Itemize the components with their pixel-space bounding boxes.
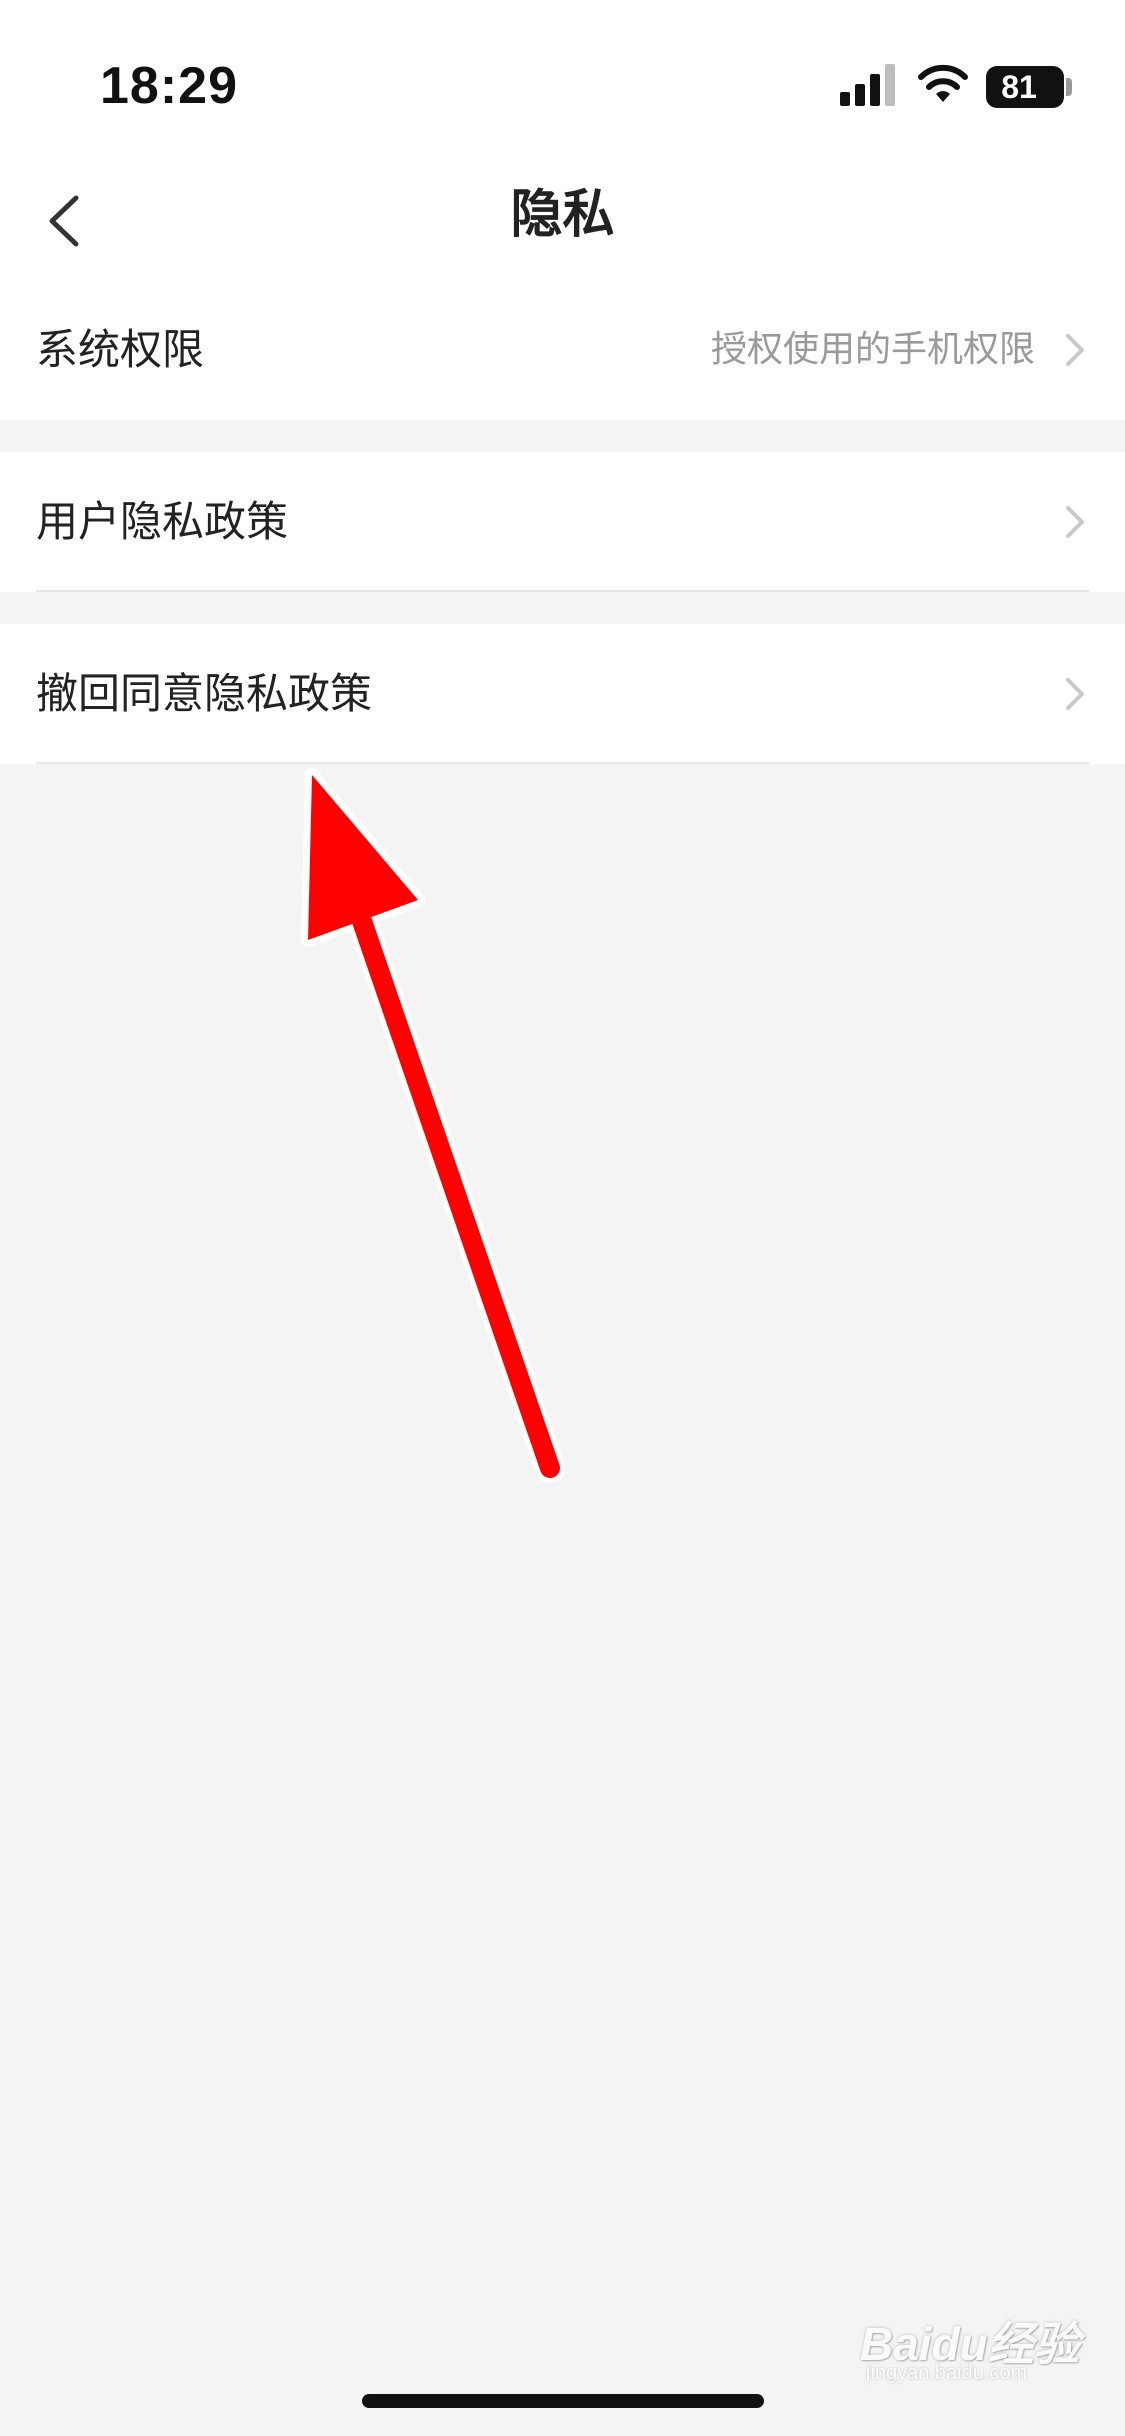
- list-item-user-privacy-policy[interactable]: 用户隐私政策: [0, 452, 1125, 592]
- watermark-url: jingyan.baidu.com: [866, 2362, 1028, 2384]
- chevron-right-icon: [1066, 678, 1084, 710]
- list-item-label: 撤回同意隐私政策: [36, 669, 373, 718]
- chevron-right-icon: [1066, 506, 1084, 538]
- list-item-label: 系统权限: [36, 325, 205, 374]
- watermark: Baidu经验 jingyan.baidu.com: [860, 2300, 1090, 2390]
- navigation-bar: 隐私: [0, 150, 1125, 280]
- list-item-detail: 授权使用的手机权限: [710, 329, 1035, 370]
- home-indicator[interactable]: [362, 2394, 764, 2408]
- wifi-icon: [918, 64, 968, 102]
- cellular-signal-icon: [840, 64, 895, 106]
- back-button[interactable]: [30, 186, 100, 256]
- list-item-label: 用户隐私政策: [36, 497, 289, 546]
- annotation-arrow: [301, 768, 565, 1483]
- chevron-right-icon: [1066, 334, 1084, 366]
- chevron-left-icon: [49, 195, 79, 247]
- page-title: 隐私: [510, 185, 615, 245]
- battery-cap: [1066, 78, 1072, 96]
- list-item-withdraw-privacy-consent[interactable]: 撤回同意隐私政策: [0, 624, 1125, 764]
- battery-level: 81: [1001, 69, 1037, 105]
- battery-indicator: 81: [986, 66, 1064, 108]
- status-bar: 18:29 81: [0, 0, 1125, 150]
- list-item-system-permissions[interactable]: 系统权限 授权使用的手机权限: [0, 280, 1125, 420]
- arrow-shape: [301, 768, 565, 1483]
- status-time: 18:29: [100, 57, 238, 115]
- row-divider: [36, 590, 1089, 592]
